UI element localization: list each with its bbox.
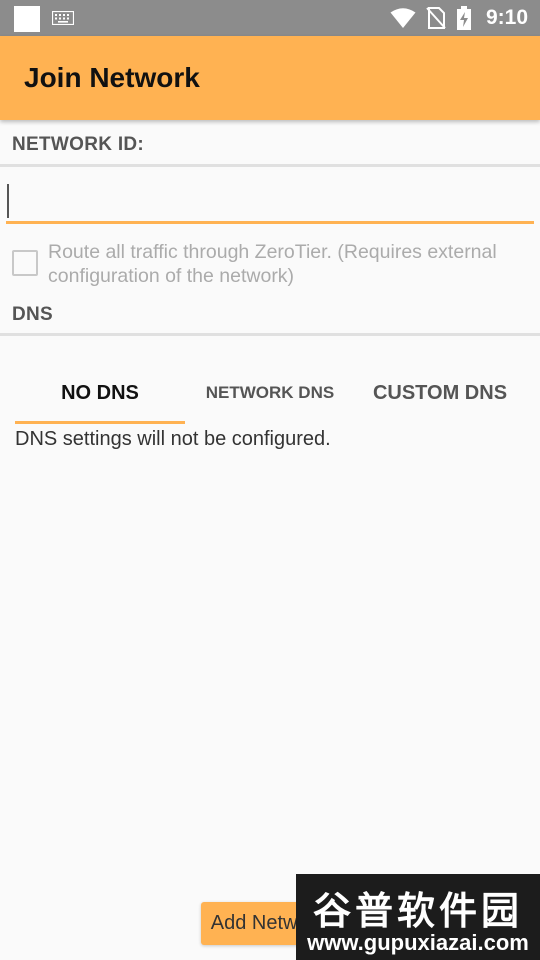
route-all-traffic-checkbox[interactable] bbox=[12, 250, 38, 276]
tab-custom-dns[interactable]: CUSTOM DNS bbox=[355, 362, 525, 424]
page-title: Join Network bbox=[24, 62, 200, 93]
watermark: 谷普软件园 www.gupuxiazai.com bbox=[296, 874, 540, 960]
network-id-input[interactable] bbox=[6, 178, 534, 224]
tab-no-dns[interactable]: NO DNS bbox=[15, 362, 185, 424]
app-bar: Join Network bbox=[0, 36, 540, 120]
divider bbox=[0, 333, 540, 336]
dns-label: DNS bbox=[12, 304, 54, 325]
watermark-url: www.gupuxiazai.com bbox=[307, 930, 529, 955]
keyboard-icon bbox=[52, 11, 74, 25]
divider bbox=[0, 164, 540, 167]
battery-charging-icon bbox=[456, 6, 471, 30]
app-notification-icon bbox=[14, 6, 40, 32]
clock: 9:10 bbox=[485, 6, 528, 29]
status-bar: 9:10 bbox=[0, 0, 540, 36]
tab-selected-indicator bbox=[15, 421, 185, 424]
route-all-traffic-label[interactable]: Route all traffic through ZeroTier. (Req… bbox=[48, 240, 536, 288]
no-sim-icon bbox=[426, 7, 446, 29]
text-cursor bbox=[7, 184, 9, 218]
network-id-label: NETWORK ID: bbox=[12, 134, 145, 155]
watermark-brand: 谷普软件园 bbox=[312, 891, 523, 933]
dns-description: DNS settings will not be configured. bbox=[15, 428, 331, 450]
wifi-icon bbox=[390, 8, 416, 28]
tab-network-dns[interactable]: NETWORK DNS bbox=[185, 362, 355, 424]
